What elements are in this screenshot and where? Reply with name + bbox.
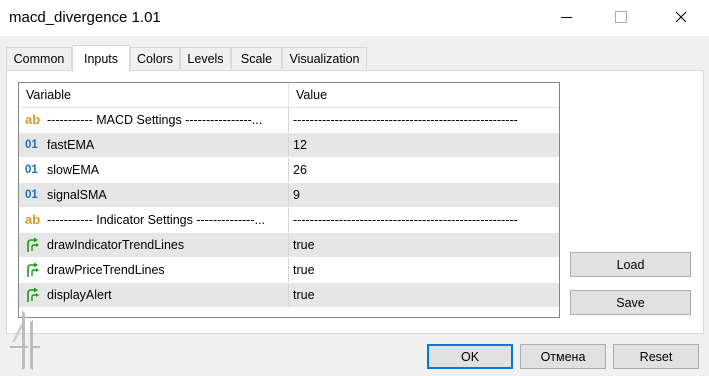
- tab-common[interactable]: Common: [6, 47, 72, 69]
- column-header-value[interactable]: Value: [289, 83, 559, 107]
- boolean-type-icon: [25, 287, 41, 303]
- reset-button[interactable]: Reset: [613, 344, 699, 369]
- inputs-grid: Variable Value ab ----------- MACD Settin…: [18, 82, 560, 318]
- value-cell[interactable]: true: [289, 233, 557, 257]
- tab-levels[interactable]: Levels: [180, 47, 231, 69]
- variable-cell: ab ----------- MACD Settings ------------…: [19, 108, 289, 132]
- integer-type-icon: 01: [25, 139, 38, 151]
- variable-name: drawIndicatorTrendLines: [47, 238, 185, 252]
- minimize-icon: [560, 16, 572, 18]
- variable-cell: 01 signalSMA: [19, 183, 289, 207]
- grid-row[interactable]: displayAlert true: [19, 283, 559, 308]
- variable-cell: 01 fastEMA: [19, 133, 289, 157]
- ok-button[interactable]: OK: [427, 344, 513, 369]
- value-cell[interactable]: 26: [289, 158, 557, 182]
- variable-name: signalSMA: [47, 188, 107, 202]
- integer-type-icon: 01: [25, 164, 38, 176]
- tab-scale[interactable]: Scale: [231, 47, 282, 69]
- variable-name: displayAlert: [47, 288, 112, 302]
- grid-row[interactable]: drawIndicatorTrendLines true: [19, 233, 559, 258]
- variable-cell: 01 slowEMA: [19, 158, 289, 182]
- value-cell[interactable]: ----------------------------------------…: [289, 208, 557, 232]
- grid-row[interactable]: ab ----------- Indicator Settings -------…: [19, 208, 559, 233]
- integer-type-icon: 01: [25, 189, 38, 201]
- variable-name: fastEMA: [47, 138, 95, 152]
- maximize-icon: [615, 11, 627, 23]
- grid-row[interactable]: 01 fastEMA 12: [19, 133, 559, 158]
- grid-row[interactable]: ab ----------- MACD Settings ------------…: [19, 108, 559, 133]
- value-cell[interactable]: ----------------------------------------…: [289, 108, 557, 132]
- value-cell[interactable]: 12: [289, 133, 557, 157]
- tab-visualization[interactable]: Visualization: [282, 47, 367, 69]
- value-cell[interactable]: 9: [289, 183, 557, 207]
- minimize-button[interactable]: [543, 0, 589, 34]
- variable-cell: ab ----------- Indicator Settings -------…: [19, 208, 289, 232]
- grid-row[interactable]: 01 signalSMA 9: [19, 183, 559, 208]
- load-button[interactable]: Load: [570, 252, 691, 277]
- variable-name: drawPriceTrendLines: [47, 263, 165, 277]
- grid-row[interactable]: 01 slowEMA 26: [19, 158, 559, 183]
- cancel-button[interactable]: Отмена: [520, 344, 606, 369]
- tab-inputs[interactable]: Inputs: [72, 45, 130, 72]
- grid-row[interactable]: drawPriceTrendLines true: [19, 258, 559, 283]
- boolean-type-icon: [25, 237, 41, 253]
- value-cell[interactable]: true: [289, 258, 557, 282]
- variable-cell: drawIndicatorTrendLines: [19, 233, 289, 257]
- string-type-icon: ab: [25, 212, 41, 227]
- value-cell[interactable]: true: [289, 283, 557, 307]
- column-header-variable[interactable]: Variable: [19, 83, 289, 107]
- watermark-logo-icon: [10, 310, 40, 370]
- boolean-type-icon: [25, 262, 41, 278]
- close-icon: [675, 11, 687, 23]
- maximize-button[interactable]: [598, 0, 644, 34]
- variable-name: ----------- MACD Settings --------------…: [47, 113, 263, 127]
- variable-cell: displayAlert: [19, 283, 289, 307]
- save-button[interactable]: Save: [570, 290, 691, 315]
- close-button[interactable]: [658, 0, 704, 34]
- variable-cell: drawPriceTrendLines: [19, 258, 289, 282]
- window-title: macd_divergence 1.01: [9, 9, 161, 26]
- tab-colors[interactable]: Colors: [130, 47, 180, 69]
- title-bar: macd_divergence 1.01: [0, 0, 709, 36]
- variable-name: slowEMA: [47, 163, 100, 177]
- grid-header: Variable Value: [19, 83, 559, 108]
- string-type-icon: ab: [25, 112, 41, 127]
- variable-name: ----------- Indicator Settings ---------…: [47, 213, 266, 227]
